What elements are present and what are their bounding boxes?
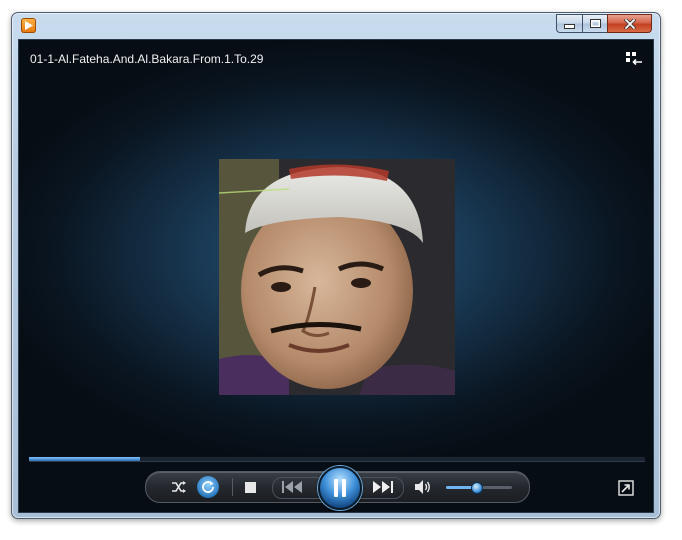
repeat-button[interactable] bbox=[197, 476, 219, 498]
stop-icon bbox=[244, 481, 256, 493]
shuffle-icon bbox=[172, 481, 186, 493]
album-art bbox=[219, 159, 455, 395]
fullscreen-icon[interactable] bbox=[618, 480, 634, 496]
minimize-button[interactable] bbox=[556, 14, 582, 33]
caption-buttons bbox=[556, 14, 652, 33]
close-icon bbox=[623, 18, 636, 29]
pause-icon bbox=[334, 479, 346, 497]
switch-to-library-icon[interactable] bbox=[625, 51, 643, 67]
now-playing-area: 01-1-Al.Fateha.And.Al.Bakara.From.1.To.2… bbox=[18, 39, 654, 513]
shuffle-button[interactable] bbox=[168, 478, 190, 496]
stop-button[interactable] bbox=[243, 480, 257, 494]
close-button[interactable] bbox=[607, 14, 652, 33]
transport-controls bbox=[145, 466, 530, 510]
speaker-icon bbox=[415, 480, 430, 494]
media-player-window: 01-1-Al.Fateha.And.Al.Bakara.From.1.To.2… bbox=[11, 12, 661, 519]
maximize-icon bbox=[589, 19, 601, 28]
volume-thumb[interactable] bbox=[470, 482, 483, 494]
track-title: 01-1-Al.Fateha.And.Al.Bakara.From.1.To.2… bbox=[30, 52, 264, 66]
mute-button[interactable] bbox=[414, 479, 432, 495]
seek-bar[interactable] bbox=[29, 456, 645, 462]
next-icon bbox=[373, 481, 393, 493]
repeat-icon bbox=[202, 481, 214, 493]
volume-slider[interactable] bbox=[446, 482, 512, 494]
minimize-icon bbox=[564, 24, 575, 29]
maximize-button[interactable] bbox=[582, 14, 607, 33]
previous-button[interactable] bbox=[276, 479, 310, 495]
pause-button[interactable] bbox=[318, 466, 362, 510]
separator bbox=[232, 478, 233, 496]
previous-icon bbox=[282, 481, 302, 493]
media-player-icon[interactable] bbox=[21, 18, 36, 33]
seek-progress bbox=[29, 457, 140, 461]
next-button[interactable] bbox=[365, 479, 399, 495]
